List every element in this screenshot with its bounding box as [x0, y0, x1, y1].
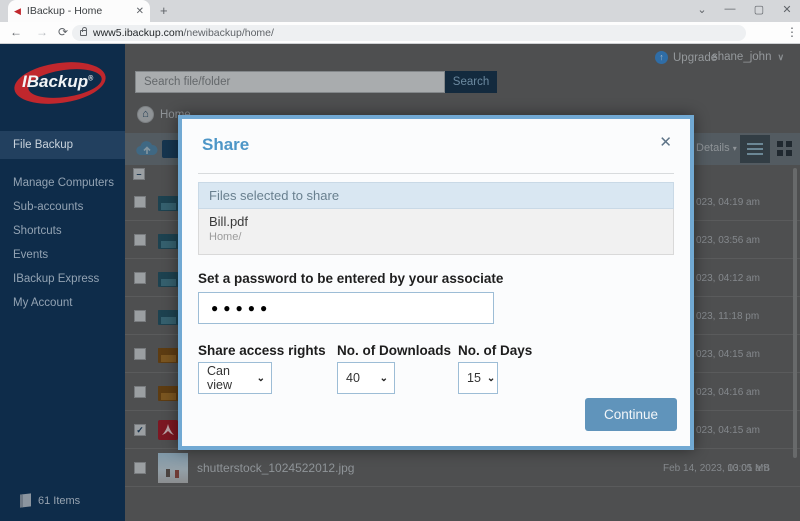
- row-checkbox[interactable]: [134, 310, 146, 322]
- new-tab-button[interactable]: +: [160, 3, 168, 18]
- downloads-select[interactable]: 40⌄: [337, 362, 395, 394]
- folder-orange-icon: [158, 348, 180, 363]
- table-row[interactable]: shutterstock_1024522012.jpg10.05 MBFeb 1…: [125, 449, 800, 487]
- folder-teal-icon: [158, 272, 180, 287]
- username: shane_john: [712, 51, 771, 63]
- divider: [198, 173, 674, 174]
- window-close-button[interactable]: ✕: [779, 3, 795, 16]
- upgrade-link[interactable]: ↑ Upgrade: [655, 51, 717, 64]
- minimize-button[interactable]: —: [722, 3, 738, 15]
- user-menu[interactable]: shane_john ∨: [712, 51, 784, 63]
- ibackup-logo: IBackup®: [14, 60, 110, 106]
- access-rights-label: Share access rights: [198, 343, 326, 358]
- modal-title: Share: [202, 135, 249, 155]
- grid-view-toggle[interactable]: [777, 141, 792, 156]
- ibackup-favicon-icon: ◀: [14, 7, 21, 16]
- days-select[interactable]: 15⌄: [458, 362, 498, 394]
- access-rights-select[interactable]: Can view⌄: [198, 362, 272, 394]
- chevron-down-icon: ∨: [777, 52, 784, 63]
- folder-teal-icon: [158, 196, 180, 211]
- folder-teal-icon: [158, 310, 180, 325]
- cloud-upload-icon[interactable]: [136, 141, 158, 157]
- box-icon: [20, 493, 31, 507]
- file-date: 023, 04:19 am: [696, 197, 760, 208]
- back-icon[interactable]: ←: [10, 25, 22, 39]
- row-checkbox[interactable]: [134, 462, 146, 474]
- folder-orange-icon: [158, 386, 180, 401]
- reload-icon[interactable]: ⟳: [58, 25, 68, 39]
- sidebar: IBackup® File Backup Manage ComputersSub-…: [0, 44, 125, 521]
- file-pdf-icon: [158, 420, 178, 440]
- lock-icon: [80, 30, 87, 36]
- logo-text: IBackup®: [22, 72, 93, 92]
- row-checkbox[interactable]: [134, 348, 146, 360]
- file-date: Feb 14, 2023, 03:01 am: [663, 463, 769, 474]
- chevron-down-icon: ⌄: [487, 373, 495, 384]
- browser-toolbar: ← → ⟳ www5.ibackup.com/newibackup/home/ …: [0, 22, 800, 44]
- file-date: 023, 04:15 am: [696, 349, 760, 360]
- search-input[interactable]: Search file/folder: [135, 71, 445, 93]
- sidebar-item-file-backup[interactable]: File Backup: [0, 131, 125, 159]
- forward-icon: →: [36, 25, 48, 39]
- chevron-down-icon: ▾: [733, 144, 737, 153]
- tab-title: IBackup - Home: [27, 5, 132, 17]
- scrollbar[interactable]: [793, 168, 797, 458]
- sidebar-item-ibackup-express[interactable]: IBackup Express: [0, 267, 125, 291]
- file-date: 023, 11:18 pm: [696, 311, 759, 322]
- sidebar-item-my-account[interactable]: My Account: [0, 291, 125, 315]
- chevron-down-icon: ⌄: [257, 373, 265, 384]
- home-icon: ⌂: [137, 106, 154, 123]
- file-name: shutterstock_1024522012.jpg: [197, 461, 354, 475]
- maximize-button[interactable]: ▢: [751, 3, 767, 16]
- password-field[interactable]: ●●●●●: [198, 292, 494, 324]
- close-icon[interactable]: ✕: [659, 133, 672, 151]
- row-checkbox-checked[interactable]: ✓: [134, 424, 146, 436]
- days-label: No. of Days: [458, 343, 532, 358]
- row-checkbox[interactable]: [134, 386, 146, 398]
- url-text: www5.ibackup.com/newibackup/home/: [93, 27, 274, 39]
- selected-file-item: Bill.pdf Home/: [198, 209, 674, 255]
- sidebar-nav: File Backup Manage ComputersSub-accountsS…: [0, 131, 125, 315]
- file-date: 023, 04:16 am: [696, 387, 760, 398]
- file-date: 023, 04:12 am: [696, 273, 760, 284]
- row-checkbox[interactable]: [134, 234, 146, 246]
- file-date: 023, 03:56 am: [696, 235, 760, 246]
- row-checkbox[interactable]: [134, 272, 146, 284]
- screen: ◀ IBackup - Home ✕ + ⌄ — ▢ ✕ ← → ⟳ www5.…: [0, 0, 800, 521]
- tab-close-icon[interactable]: ✕: [136, 6, 144, 17]
- selected-file-path: Home/: [209, 231, 663, 243]
- sidebar-item-shortcuts[interactable]: Shortcuts: [0, 219, 125, 243]
- items-count: 61 Items: [20, 494, 80, 507]
- share-modal: Share ✕ Files selected to share Bill.pdf…: [178, 115, 694, 450]
- image-thumb-icon: [158, 453, 188, 483]
- files-selected-header: Files selected to share: [198, 182, 674, 209]
- tab-search-chevron-icon[interactable]: ⌄: [694, 3, 710, 16]
- file-date: 023, 04:15 am: [696, 425, 760, 436]
- sidebar-item-sub-accounts[interactable]: Sub-accounts: [0, 195, 125, 219]
- continue-button[interactable]: Continue: [585, 398, 677, 431]
- upgrade-arrow-icon: ↑: [655, 51, 668, 64]
- details-dropdown[interactable]: Details ▾: [696, 142, 737, 154]
- selected-file-name: Bill.pdf: [209, 214, 663, 229]
- select-all-checkbox[interactable]: –: [133, 168, 145, 180]
- sidebar-item-events[interactable]: Events: [0, 243, 125, 267]
- sidebar-item-manage-computers[interactable]: Manage Computers: [0, 171, 125, 195]
- password-label: Set a password to be entered by your ass…: [198, 271, 503, 286]
- row-checkbox[interactable]: [134, 196, 146, 208]
- browser-tab[interactable]: ◀ IBackup - Home ✕: [8, 0, 150, 22]
- chevron-down-icon: ⌄: [380, 373, 388, 384]
- browser-tabstrip: ◀ IBackup - Home ✕ + ⌄ — ▢ ✕: [0, 0, 800, 22]
- kebab-menu-icon[interactable]: ⋮: [786, 25, 798, 39]
- search-button[interactable]: Search: [445, 71, 497, 93]
- list-view-toggle[interactable]: [740, 135, 770, 163]
- downloads-label: No. of Downloads: [337, 343, 451, 358]
- folder-teal-icon: [158, 234, 180, 249]
- address-bar[interactable]: www5.ibackup.com/newibackup/home/: [72, 25, 746, 41]
- files-selected-box: Files selected to share Bill.pdf Home/: [198, 182, 674, 255]
